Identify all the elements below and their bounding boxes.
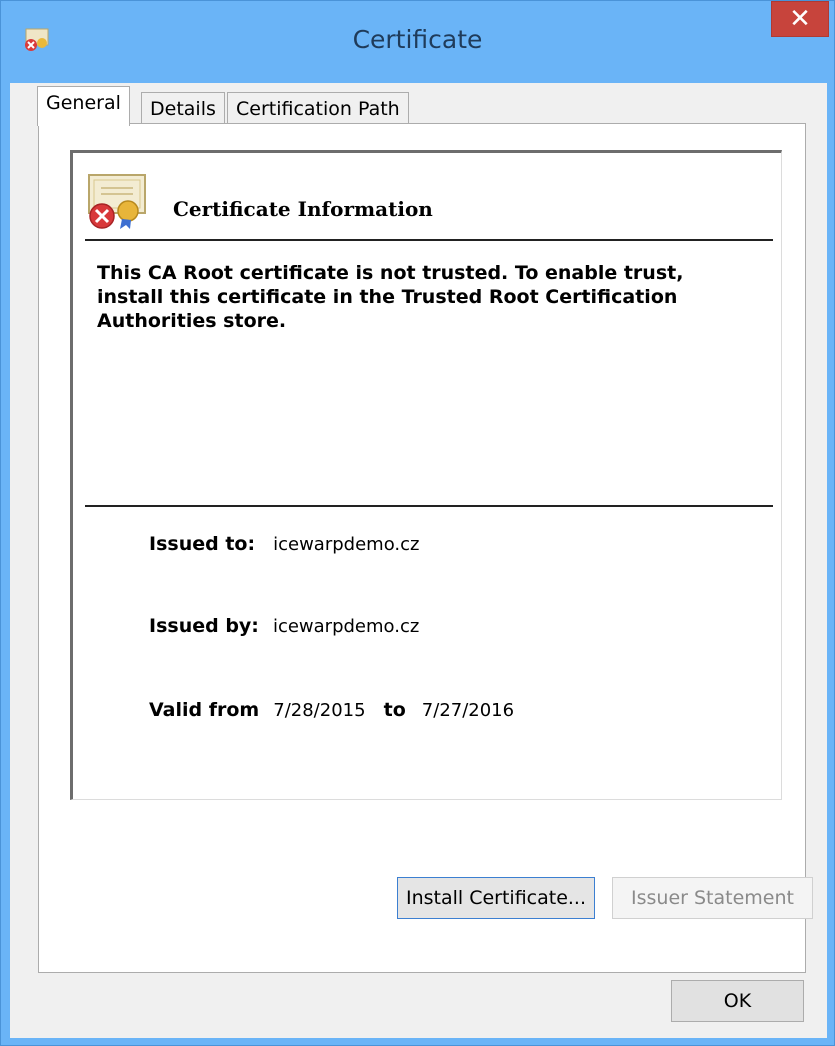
general-tab-panel: Certificate Information This CA Root cer… bbox=[38, 123, 813, 973]
validity-row: Valid from 7/28/2015 to 7/27/2016 bbox=[149, 699, 514, 721]
certificate-error-icon bbox=[85, 171, 149, 231]
window-title: Certificate bbox=[352, 25, 483, 54]
install-certificate-button[interactable]: Install Certificate... bbox=[397, 877, 595, 919]
issued-to-value: icewarpdemo.cz bbox=[273, 534, 420, 555]
issued-to-label: Issued to: bbox=[149, 533, 256, 555]
issued-by-row: Issued by: icewarpdemo.cz bbox=[149, 615, 419, 637]
issued-to-row: Issued to: icewarpdemo.cz bbox=[149, 533, 419, 555]
divider bbox=[85, 239, 773, 241]
title-bar[interactable]: Certificate ✕ bbox=[1, 1, 834, 81]
issued-by-label: Issued by: bbox=[149, 615, 259, 637]
tab-details[interactable]: Details bbox=[141, 92, 225, 126]
valid-to-label: to bbox=[383, 699, 406, 721]
issued-by-value: icewarpdemo.cz bbox=[272, 616, 420, 637]
certificate-dialog: Certificate ✕ General Details Certificat… bbox=[0, 0, 835, 1046]
certificate-info-heading: Certificate Information bbox=[173, 197, 433, 221]
trust-warning-text: This CA Root certificate is not trusted.… bbox=[97, 262, 684, 332]
tab-general[interactable]: General bbox=[37, 86, 130, 126]
certificate-info-box: Certificate Information This CA Root cer… bbox=[70, 150, 782, 800]
close-button[interactable]: ✕ bbox=[771, 1, 829, 37]
ok-button[interactable]: OK bbox=[671, 980, 804, 1022]
dialog-body: General Details Certification Path Certi… bbox=[10, 83, 827, 1038]
tab-certification-path[interactable]: Certification Path bbox=[227, 92, 409, 126]
valid-from-label: Valid from bbox=[149, 699, 260, 721]
valid-from-value: 7/28/2015 bbox=[273, 700, 366, 721]
issuer-statement-button[interactable]: Issuer Statement bbox=[612, 877, 813, 919]
valid-to-value: 7/27/2016 bbox=[421, 700, 515, 721]
divider bbox=[85, 505, 773, 507]
